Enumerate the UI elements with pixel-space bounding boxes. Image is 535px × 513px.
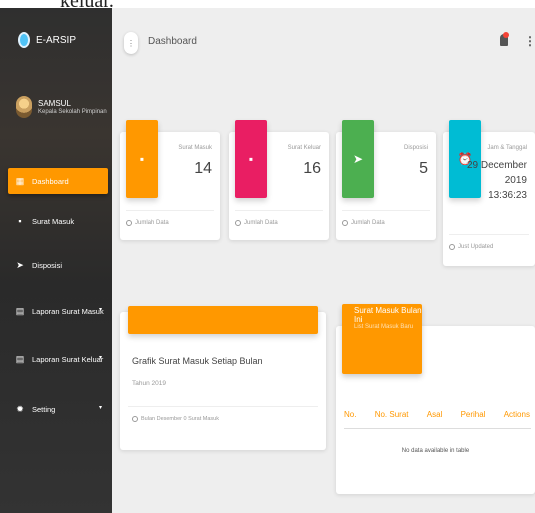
card-datetime: 29 December 2019 13:36:23 bbox=[467, 158, 527, 203]
sidebar: E-ARSIP SAMSUL Kepala Sekolah Pimpinan ▦… bbox=[0, 8, 112, 513]
card-category: Jam & Tanggal bbox=[487, 145, 527, 151]
table-empty-message: No data available in table bbox=[401, 448, 470, 454]
card-value: 5 bbox=[419, 160, 428, 177]
sidebar-item-disposisi[interactable]: ➤ Disposisi bbox=[8, 252, 108, 278]
send-icon: ➤ bbox=[16, 259, 24, 270]
table-subtitle: List Surat Masuk Baru bbox=[354, 324, 414, 330]
card-surat-keluar: ▪ Surat Keluar 16 Jumlah Data bbox=[229, 120, 329, 240]
sidebar-nav: ▦ Dashboard ▪ Surat Masuk ➤ Disposisi ▤ … bbox=[0, 168, 112, 422]
column-header[interactable]: Perihal bbox=[461, 410, 486, 419]
main-content: ⋮ Dashboard ⋮ ▪ Surat Masuk 14 Jumlah Da… bbox=[112, 8, 535, 513]
column-header[interactable]: Asal bbox=[427, 410, 443, 419]
dots-vertical-icon: ⋮ bbox=[127, 38, 135, 48]
card-footer: Just Updated bbox=[449, 244, 493, 250]
page-title: Dashboard bbox=[148, 36, 197, 47]
card-category: Disposisi bbox=[403, 145, 428, 151]
user-name: SAMSUL bbox=[38, 99, 71, 108]
top-text: keluar. bbox=[60, 0, 114, 8]
column-header[interactable]: No. bbox=[344, 410, 356, 419]
top-text-fragment: keluar. bbox=[0, 0, 535, 8]
card-footer: Jumlah Data bbox=[126, 220, 169, 226]
sidebar-item-label: Surat Masuk bbox=[32, 216, 75, 226]
column-header[interactable]: Actions bbox=[504, 410, 530, 419]
time: 13:36:23 bbox=[488, 190, 527, 201]
card-footer: Jumlah Data bbox=[342, 220, 385, 226]
chart-header-bar bbox=[128, 306, 318, 334]
mail-in-icon: ▪ bbox=[126, 120, 158, 198]
card-value: 14 bbox=[194, 160, 212, 177]
caret-down-icon: ▾ bbox=[98, 307, 102, 313]
table-card-header: Surat Masuk Bulan Ini List Surat Masuk B… bbox=[342, 304, 422, 374]
card-category: Surat Masuk bbox=[178, 145, 212, 151]
mail-out-icon: ▪ bbox=[235, 120, 267, 198]
card-jam-tanggal: ⏰ Jam & Tanggal 29 December 2019 13:36:2… bbox=[443, 120, 535, 266]
card-disposisi: ➤ Disposisi 5 Jumlah Data bbox=[336, 120, 436, 240]
sidebar-item-surat-masuk[interactable]: ▪ Surat Masuk bbox=[8, 208, 108, 234]
chart-title: Grafik Surat Masuk Setiap Bulan bbox=[132, 356, 263, 366]
table-title: Surat Masuk Bulan Ini bbox=[354, 306, 422, 324]
clock-icon bbox=[235, 220, 241, 226]
report-icon: ▤ bbox=[15, 353, 25, 364]
user-profile[interactable]: SAMSUL Kepala Sekolah Pimpinan bbox=[16, 96, 107, 118]
dashboard-icon: ▦ bbox=[15, 175, 25, 186]
card-footer: Jumlah Data bbox=[235, 220, 278, 226]
chart-card: Grafik Surat Masuk Setiap Bulan Tahun 20… bbox=[120, 306, 326, 450]
avatar bbox=[16, 96, 32, 118]
sidebar-item-label: Setting bbox=[32, 404, 56, 414]
card-category: Surat Keluar bbox=[287, 145, 321, 151]
clock-icon bbox=[132, 416, 138, 422]
surat-masuk-table-card: Surat Masuk Bulan Ini List Surat Masuk B… bbox=[336, 304, 535, 494]
user-role: Kepala Sekolah Pimpinan bbox=[38, 109, 107, 115]
sidebar-item-label: Dashboard bbox=[32, 176, 69, 186]
sidebar-item-laporan-surat-keluar[interactable]: ▤ Laporan Surat Keluar ▾ bbox=[8, 346, 108, 372]
header: ⋮ Dashboard ⋮ bbox=[112, 8, 535, 76]
brand[interactable]: E-ARSIP bbox=[18, 32, 76, 48]
card-value: 16 bbox=[303, 160, 321, 177]
sidebar-item-label: Disposisi bbox=[32, 260, 63, 270]
chart-subtitle: Tahun 2019 bbox=[132, 380, 166, 387]
refresh-icon bbox=[449, 244, 455, 250]
report-icon: ▤ bbox=[15, 305, 25, 316]
gear-icon: ✹ bbox=[16, 403, 24, 414]
chart-footer: Bulan Desember 0 Surat Masuk bbox=[132, 416, 219, 422]
brand-logo-icon bbox=[18, 32, 30, 48]
notification-button[interactable] bbox=[500, 32, 510, 46]
send-icon: ➤ bbox=[342, 120, 374, 198]
brand-name: E-ARSIP bbox=[36, 34, 77, 46]
caret-down-icon: ▾ bbox=[98, 355, 102, 361]
date-line-1: 29 December bbox=[466, 160, 527, 171]
clock-icon bbox=[126, 220, 132, 226]
column-header[interactable]: No. Surat bbox=[375, 410, 409, 419]
sidebar-item-dashboard[interactable]: ▦ Dashboard bbox=[8, 168, 108, 194]
table-header-row: No. No. Surat Asal Perihal Actions bbox=[344, 410, 530, 419]
sidebar-item-setting[interactable]: ✹ Setting ▾ bbox=[8, 396, 108, 422]
sidebar-item-label: Laporan Surat Keluar bbox=[32, 354, 104, 364]
notification-badge bbox=[503, 32, 509, 38]
sidebar-item-laporan-surat-masuk[interactable]: ▤ Laporan Surat Masuk ▾ bbox=[8, 298, 108, 324]
card-surat-masuk: ▪ Surat Masuk 14 Jumlah Data bbox=[120, 120, 220, 240]
mail-in-icon: ▪ bbox=[18, 216, 22, 226]
sidebar-item-label: Laporan Surat Masuk bbox=[32, 306, 104, 316]
menu-toggle-button[interactable]: ⋮ bbox=[124, 32, 138, 54]
clock-icon bbox=[342, 220, 348, 226]
caret-down-icon: ▾ bbox=[98, 405, 102, 411]
date-line-2: 2019 bbox=[504, 175, 527, 186]
more-menu-button[interactable]: ⋮ bbox=[524, 34, 535, 48]
